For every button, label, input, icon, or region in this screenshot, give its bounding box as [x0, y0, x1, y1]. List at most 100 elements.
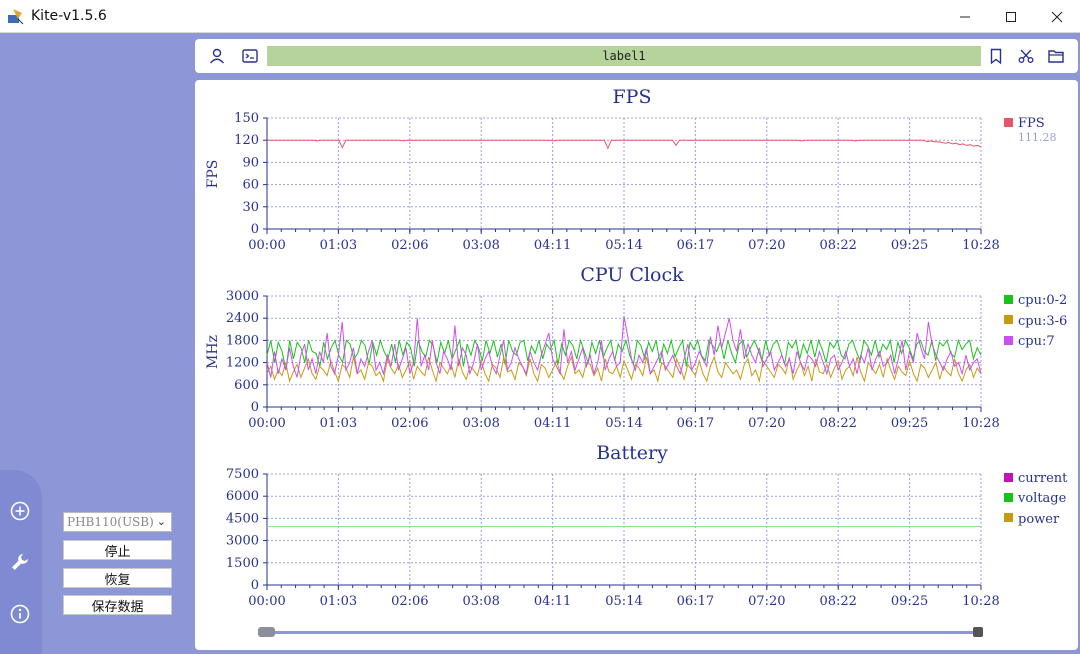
x-tick-label: 02:06: [391, 238, 428, 253]
x-tick-label: 10:28: [962, 416, 999, 431]
x-tick-label: 04:11: [534, 238, 571, 253]
wrench-icon[interactable]: [9, 551, 31, 573]
power-legend-swatch: [1004, 513, 1013, 522]
device-select-value: PHB110(USB): [67, 515, 154, 529]
maximize-button[interactable]: [988, 0, 1034, 33]
x-tick-label: 05:14: [605, 594, 642, 609]
fps-current-value: 111.28: [1018, 131, 1057, 144]
y-tick-label: 3000: [226, 289, 259, 304]
minimize-button[interactable]: [942, 0, 988, 33]
window-title: Kite-v1.5.6: [31, 8, 107, 24]
bookmark-icon[interactable]: [987, 47, 1005, 65]
time-range-slider-track[interactable]: [265, 631, 977, 634]
x-tick-label: 10:28: [962, 238, 999, 253]
title-bar: Kite-v1.5.6: [0, 0, 1080, 33]
y-tick-label: 6000: [226, 489, 259, 504]
x-tick-label: 00:00: [248, 594, 285, 609]
x-tick-label: 09:25: [891, 238, 928, 253]
voltage-legend-swatch: [1004, 493, 1013, 502]
x-tick-label: 05:14: [605, 238, 642, 253]
y-tick-label: 600: [234, 378, 259, 393]
x-tick-label: 06:17: [677, 594, 714, 609]
cpu-3-6-legend-label[interactable]: cpu:3-6: [1018, 314, 1067, 329]
cpu-chart-title: CPU Clock: [580, 264, 684, 286]
y-tick-label: 60: [242, 178, 259, 193]
x-tick-label: 04:11: [534, 416, 571, 431]
scissors-icon[interactable]: [1017, 47, 1035, 65]
charts-canvas: FPS FPS FPS 111.28 0 30 60 90 120 150 00:00 01:…: [205, 86, 1068, 609]
x-tick-label: 07:20: [748, 416, 785, 431]
current-legend-label[interactable]: current: [1018, 471, 1068, 486]
x-tick-label: 06:17: [677, 238, 714, 253]
add-circle-icon[interactable]: [9, 500, 31, 522]
chart-panel: FPS FPS FPS 111.28 0 30 60 90 120 150 00:00 01:…: [195, 80, 1078, 650]
minimize-icon: [960, 16, 970, 17]
x-tick-label: 08:22: [819, 238, 856, 253]
x-tick-label: 09:25: [891, 416, 928, 431]
x-tick-label: 08:22: [819, 594, 856, 609]
x-tick-label: 07:20: [748, 594, 785, 609]
time-range-start-handle[interactable]: [258, 627, 275, 637]
session-label[interactable]: label1: [267, 46, 981, 66]
device-select[interactable]: PHB110(USB) ⌄: [63, 512, 172, 532]
y-tick-label: 0: [251, 578, 259, 593]
y-tick-label: 3000: [226, 534, 259, 549]
x-tick-label: 09:25: [891, 594, 928, 609]
cpu-7-legend-label[interactable]: cpu:7: [1018, 334, 1055, 349]
x-tick-label: 06:17: [677, 416, 714, 431]
x-tick-label: 01:03: [320, 238, 357, 253]
y-tick-label: 2400: [226, 311, 259, 326]
time-range-end-handle[interactable]: [973, 627, 983, 637]
x-tick-label: 10:28: [962, 594, 999, 609]
current-legend-swatch: [1004, 473, 1013, 482]
toolbar: label1: [195, 39, 1078, 73]
y-tick-label: 90: [242, 155, 259, 170]
close-button[interactable]: [1034, 0, 1080, 33]
resume-button[interactable]: 恢复: [63, 568, 172, 588]
cpu-3-6-legend-swatch: [1004, 315, 1013, 324]
y-tick-label: 150: [234, 111, 259, 126]
fps-legend-label[interactable]: FPS: [1018, 116, 1045, 131]
fps-chart-title: FPS: [613, 86, 652, 108]
x-tick-label: 07:20: [748, 238, 785, 253]
x-tick-label: 04:11: [534, 594, 571, 609]
y-tick-label: 0: [251, 222, 259, 237]
x-tick-label: 02:06: [391, 594, 428, 609]
x-tick-label: 08:22: [819, 416, 856, 431]
fps-y-axis-label: FPS: [205, 160, 221, 189]
y-tick-label: 0: [251, 400, 259, 415]
y-tick-label: 120: [234, 133, 259, 148]
sidebar: PHB110(USB) ⌄ 停止 恢复 保存数据: [0, 33, 190, 654]
chevron-down-icon: ⌄: [156, 515, 166, 528]
y-tick-label: 7500: [226, 467, 259, 482]
folder-icon[interactable]: [1047, 47, 1065, 65]
y-tick-label: 1500: [226, 556, 259, 571]
cpu-0-2-legend-label[interactable]: cpu:0-2: [1018, 293, 1067, 308]
cpu-0-2-legend-swatch: [1004, 295, 1013, 304]
battery-chart-title: Battery: [596, 442, 668, 464]
x-tick-label: 01:03: [320, 594, 357, 609]
save-data-button[interactable]: 保存数据: [63, 595, 172, 615]
kite-app-icon: [8, 9, 24, 25]
y-tick-label: 1800: [226, 333, 259, 348]
x-tick-label: 01:03: [320, 416, 357, 431]
x-tick-label: 03:08: [462, 416, 499, 431]
sidebar-tab-panel: [0, 470, 42, 654]
terminal-icon[interactable]: [241, 47, 259, 65]
x-tick-label: 00:00: [248, 238, 285, 253]
cpu-y-axis-label: MHz: [205, 335, 221, 369]
maximize-icon: [1006, 11, 1016, 22]
x-tick-label: 03:08: [462, 238, 499, 253]
x-tick-label: 05:14: [605, 416, 642, 431]
x-tick-label: 03:08: [462, 594, 499, 609]
cpu-7-legend-swatch: [1004, 336, 1013, 345]
power-legend-label[interactable]: power: [1018, 512, 1060, 527]
close-icon: [1051, 11, 1063, 22]
y-tick-label: 30: [242, 200, 259, 215]
info-icon[interactable]: [9, 603, 31, 625]
voltage-legend-label[interactable]: voltage: [1017, 491, 1067, 506]
user-icon[interactable]: [208, 47, 226, 65]
stop-button[interactable]: 停止: [63, 540, 172, 560]
battery-chart: Battery current voltage power 0 1500 3000 4…: [226, 442, 1068, 609]
fps-legend-swatch: [1004, 118, 1013, 127]
